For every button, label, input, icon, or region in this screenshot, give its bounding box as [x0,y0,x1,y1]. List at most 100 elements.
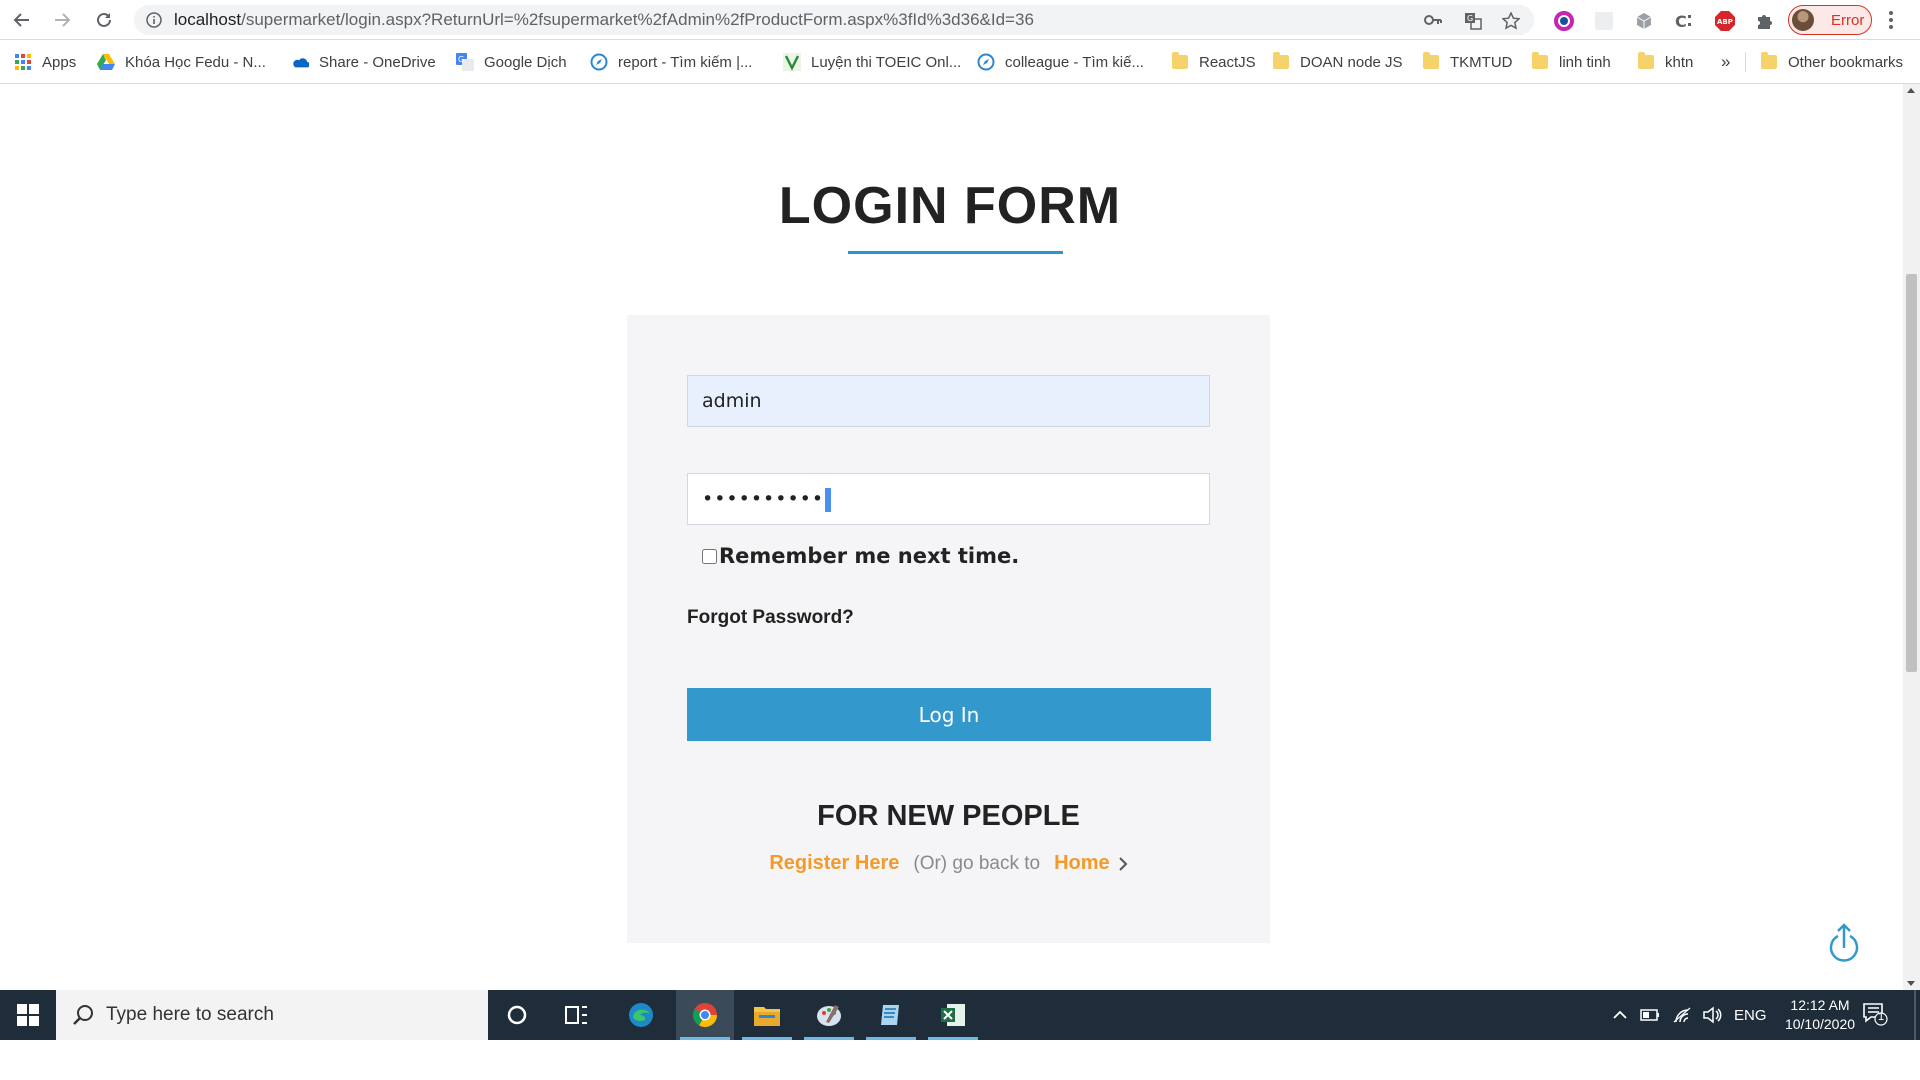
bookmark-report[interactable]: report - Tìm kiếm |... [590,50,752,74]
task-view-icon [565,1006,587,1024]
remember-me-row[interactable]: Remember me next time. [702,544,1019,568]
bookmarks-bar: Apps Khóa Học Fedu - N... Share - OneDri… [0,40,1920,84]
show-hidden-icons-button[interactable] [1612,990,1628,1040]
clock-date: 10/10/2020 [1784,1016,1856,1032]
login-card: •••••••••• Remember me next time. Forgot… [627,315,1270,943]
paint-palette-icon [817,1005,841,1026]
scroll-to-top-icon[interactable] [1828,922,1860,964]
bookmark-label: Share - OneDrive [319,53,436,71]
taskbar-search-placeholder: Type here to search [106,1004,274,1025]
chevron-right-icon[interactable] [1118,856,1128,872]
bookmark-khoa-hoc-fedu[interactable]: Khóa Học Fedu - N... [97,50,266,74]
text-caret [825,487,832,512]
bookmark-label: Luyện thi TOEIC Onl... [811,53,962,71]
scroll-up-arrow-icon[interactable] [1907,88,1915,93]
show-desktop-button[interactable] [1914,990,1916,1040]
bookmark-folder-tkmtud[interactable]: TKMTUD [1422,50,1513,74]
register-link[interactable]: Register Here [769,852,899,875]
task-view-button[interactable] [548,990,606,1040]
bookmark-label: DOAN node JS [1300,53,1403,71]
home-link[interactable]: Home [1054,852,1110,875]
profile-button[interactable]: Error [1788,5,1872,35]
bookmark-apps[interactable]: Apps [14,50,76,74]
svg-text:C: C [1675,12,1687,31]
avatar [1792,9,1814,31]
file-explorer-icon [754,1007,780,1026]
bookmark-folder-linh-tinh[interactable]: linh tinh [1531,50,1611,74]
bookmark-colleague[interactable]: colleague - Tìm kiế... [977,50,1144,74]
bookmark-other-bookmarks[interactable]: Other bookmarks [1760,50,1903,74]
reload-button[interactable] [90,6,118,34]
extension-color-icon[interactable] [1553,10,1575,32]
register-links-row: Register Here (Or) go back to Home [627,852,1270,875]
url-path: /supermarket/login.aspx?ReturnUrl=%2fsup… [241,10,1034,29]
folder-icon [1531,52,1549,71]
forgot-password-link[interactable]: Forgot Password? [687,607,854,629]
input-language-button[interactable]: ENG [1734,990,1767,1040]
bookmark-toeic[interactable]: Luyện thi TOEIC Onl... [783,50,961,74]
edge-taskbar-button[interactable] [612,990,670,1040]
cortana-button[interactable] [488,990,546,1040]
onedrive-icon [291,53,309,71]
extension-cube-icon[interactable] [1633,10,1655,32]
url-text[interactable]: localhost/supermarket/login.aspx?ReturnU… [174,5,1034,35]
info-icon[interactable] [146,12,162,28]
taskbar-clock[interactable]: 12:12 AM 10/10/2020 [1770,996,1870,1034]
bookmark-folder-reactjs[interactable]: ReactJS [1171,50,1256,74]
extension-blank-icon[interactable] [1593,10,1615,32]
bookmark-label: khtn [1665,53,1694,71]
adblock-plus-icon[interactable]: ABP [1714,10,1736,32]
bookmark-label: TKMTUD [1450,53,1513,71]
page-scrollbar[interactable] [1903,84,1920,990]
bookmark-folder-doan-node-js[interactable]: DOAN node JS [1272,50,1403,74]
start-button[interactable] [0,990,56,1040]
svg-text:G: G [1467,14,1473,23]
file-explorer-taskbar-button[interactable] [738,990,796,1040]
or-go-back-text: (Or) go back to [913,852,1041,874]
bookmark-folder-khtn[interactable]: khtn [1637,50,1693,74]
back-button[interactable] [8,6,36,34]
excel-taskbar-button[interactable] [924,990,982,1040]
remember-me-checkbox[interactable] [702,548,717,564]
chrome-taskbar-button[interactable] [676,990,734,1040]
chrome-menu-icon[interactable] [1888,10,1894,30]
folder-icon [1637,52,1655,71]
taskbar: Type here to search ENG 12:12 AM 10/10/2… [0,990,1920,1040]
battery-button[interactable] [1640,990,1660,1040]
password-input[interactable]: •••••••••• [687,473,1210,525]
google-drive-icon [97,53,115,71]
svg-text:ABP: ABP [1717,18,1733,26]
extensions-puzzle-icon[interactable] [1754,10,1776,32]
action-center-button[interactable]: 1 [1862,1002,1888,1031]
key-icon[interactable] [1424,12,1442,28]
apps-grid-icon [14,53,32,71]
page-title: LOGIN FORM [778,177,1122,235]
screen-bottom-strip [0,1040,1920,1080]
more-bookmarks-button[interactable]: » [1721,50,1730,74]
address-bar[interactable]: localhost/supermarket/login.aspx?ReturnU… [134,5,1534,35]
bookmark-star-icon[interactable] [1502,12,1520,30]
network-button[interactable] [1672,990,1692,1040]
google-translate-icon: G [456,53,474,71]
profile-status: Error [1831,12,1865,29]
bookmarks-divider [1745,52,1746,72]
folder-icon [1760,52,1778,71]
bookmark-google-dich[interactable]: G Google Dịch [456,50,567,74]
notepad-taskbar-button[interactable] [862,990,920,1040]
toeic-icon [783,53,801,71]
bookmark-onedrive[interactable]: Share - OneDrive [291,50,436,74]
bookmark-label: report - Tìm kiếm |... [618,53,753,71]
login-button[interactable]: Log In [687,688,1211,741]
scroll-down-arrow-icon[interactable] [1907,981,1915,986]
wifi-icon [1673,1007,1691,1023]
volume-button[interactable] [1702,990,1722,1040]
extension-code-icon[interactable]: C [1673,10,1695,32]
forward-button[interactable] [48,6,76,34]
paint-taskbar-button[interactable] [800,990,858,1040]
scrollbar-thumb[interactable] [1906,274,1917,672]
cortana-circle-icon [507,1005,527,1025]
translate-icon[interactable]: G [1464,12,1482,30]
taskbar-search-box[interactable]: Type here to search [56,990,488,1040]
folder-icon [1171,52,1189,71]
username-input[interactable] [687,375,1210,427]
